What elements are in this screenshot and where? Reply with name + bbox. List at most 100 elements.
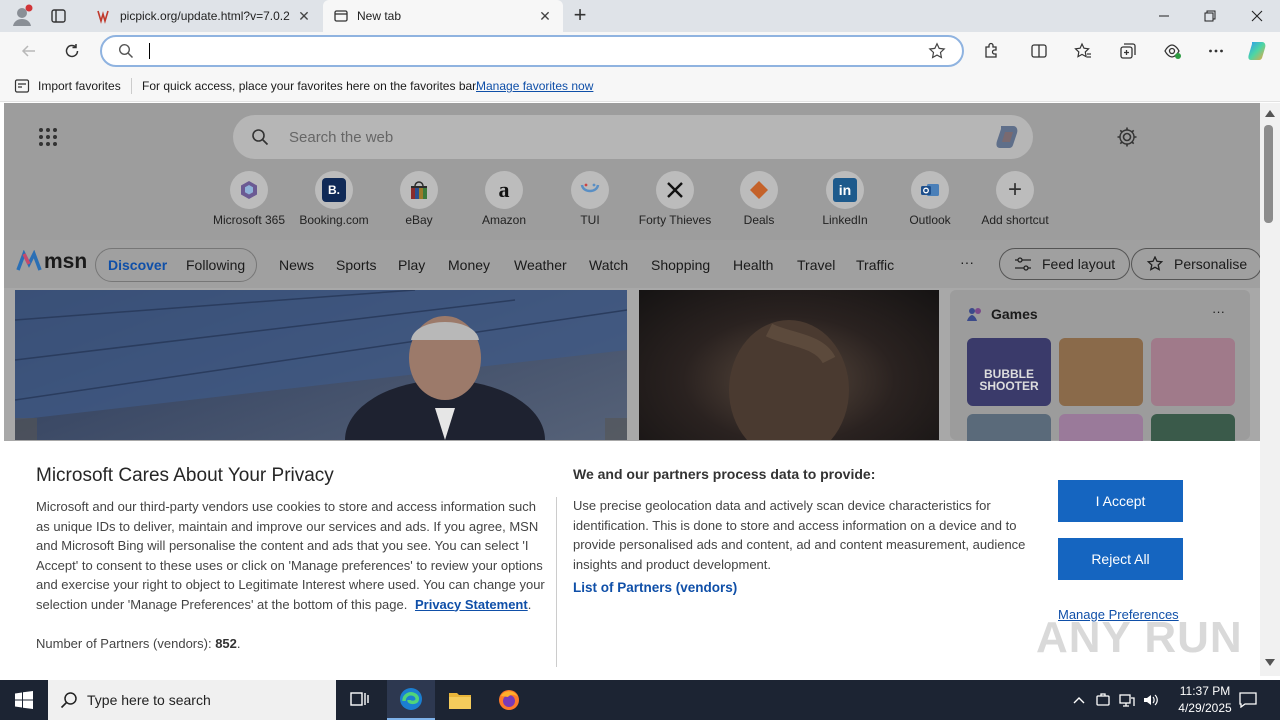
notifications-icon[interactable]	[1232, 680, 1264, 720]
nav-traffic[interactable]: Traffic	[856, 257, 894, 273]
taskbar-search-box[interactable]: Type here to search	[48, 680, 336, 720]
shortcut-booking[interactable]: B. Booking.com	[292, 171, 376, 227]
close-tab-icon[interactable]: ✕	[296, 8, 312, 25]
import-favorites-button[interactable]: Import favorites	[38, 79, 121, 93]
extensions-icon[interactable]	[976, 36, 1006, 66]
refresh-button[interactable]	[57, 36, 87, 66]
network-tray-icon[interactable]	[1116, 680, 1138, 720]
collections-icon[interactable]	[1113, 36, 1143, 66]
feed-layout-button[interactable]: Feed layout	[999, 248, 1131, 280]
taskbar-search-input[interactable]: Type here to search	[87, 692, 211, 708]
scroll-down-arrow-icon[interactable]	[1265, 659, 1275, 667]
nav-travel[interactable]: Travel	[797, 257, 835, 273]
privacy-title: Microsoft Cares About Your Privacy	[36, 465, 334, 486]
partners-count: 852	[215, 636, 237, 651]
shortcut-add[interactable]: + Add shortcut	[973, 171, 1057, 227]
shortcut-tui[interactable]: TUI	[548, 171, 632, 227]
address-bar[interactable]	[100, 35, 964, 67]
tab-picpick[interactable]: picpick.org/update.html?v=7.0.2 ✕	[86, 0, 322, 32]
minimize-button[interactable]	[1141, 0, 1187, 32]
page-scrollbar[interactable]	[1260, 103, 1280, 676]
favorite-star-icon[interactable]	[928, 42, 946, 60]
restore-button[interactable]	[1187, 0, 1233, 32]
apps-launcher-icon[interactable]	[38, 127, 58, 147]
nav-weather[interactable]: Weather	[514, 257, 567, 273]
windows-logo-icon	[15, 691, 33, 709]
tab-new-tab[interactable]: New tab ✕	[323, 0, 563, 32]
msn-logo[interactable]: msn	[16, 250, 87, 274]
text-caret	[149, 43, 150, 59]
privacy-statement-link[interactable]: Privacy Statement	[415, 597, 528, 612]
manage-favorites-link[interactable]: Manage favorites now	[476, 79, 593, 93]
scrollbar-thumb[interactable]	[1264, 125, 1273, 223]
tab-following[interactable]: Following	[186, 257, 245, 273]
settings-more-icon[interactable]	[1201, 36, 1231, 66]
search-icon	[251, 128, 269, 146]
task-view-icon[interactable]	[340, 680, 380, 720]
shortcut-microsoft-365[interactable]: Microsoft 365	[207, 171, 291, 227]
shortcut-linkedin[interactable]: in LinkedIn	[803, 171, 887, 227]
game-tile-bubble-shooter[interactable]: BUBBLE SHOOTER	[967, 338, 1051, 406]
nav-sports[interactable]: Sports	[336, 257, 376, 273]
edge-taskbar-icon[interactable]	[387, 680, 435, 720]
games-more-icon[interactable]: ···	[1212, 304, 1225, 319]
copilot-icon[interactable]	[1243, 36, 1273, 66]
start-button[interactable]	[0, 680, 48, 720]
favorites-icon[interactable]	[1068, 36, 1098, 66]
nav-watch[interactable]: Watch	[589, 257, 628, 273]
browser-essentials-icon[interactable]	[1157, 36, 1187, 66]
reject-all-button[interactable]: Reject All	[1058, 538, 1183, 580]
accept-button[interactable]: I Accept	[1058, 480, 1183, 522]
news-card-solar-panels[interactable]	[15, 290, 627, 440]
back-button[interactable]	[14, 36, 44, 66]
nav-play[interactable]: Play	[398, 257, 425, 273]
shortcut-label: eBay	[405, 213, 433, 227]
sliders-icon	[1014, 256, 1032, 272]
shortcut-amazon[interactable]: a Amazon	[462, 171, 546, 227]
nav-health[interactable]: Health	[733, 257, 773, 273]
personalise-button[interactable]: Personalise	[1131, 248, 1260, 280]
shortcut-outlook[interactable]: Outlook	[888, 171, 972, 227]
shortcut-label: Outlook	[909, 213, 951, 227]
nav-more-icon[interactable]: ···	[960, 254, 974, 270]
split-screen-icon[interactable]	[1024, 36, 1054, 66]
shortcut-label: Amazon	[481, 213, 527, 227]
show-hidden-icons-chevron-icon[interactable]	[1068, 680, 1090, 720]
page-settings-gear-icon[interactable]	[1116, 126, 1138, 148]
profile-icon[interactable]	[10, 4, 34, 28]
anyrun-watermark: ANY RUN	[1036, 613, 1243, 662]
search-icon	[118, 43, 134, 59]
new-tab-header: Search the web Microsoft 365 B. Booking.…	[4, 103, 1260, 240]
copilot-icon[interactable]	[993, 124, 1021, 150]
nav-news[interactable]: News	[279, 257, 314, 273]
nav-shopping[interactable]: Shopping	[651, 257, 710, 273]
web-search-box[interactable]: Search the web	[233, 115, 1033, 159]
linkedin-icon: in	[826, 171, 864, 209]
volume-tray-icon[interactable]	[1140, 680, 1162, 720]
firefox-icon[interactable]	[485, 680, 533, 720]
outlook-icon	[911, 171, 949, 209]
nav-money[interactable]: Money	[448, 257, 490, 273]
msn-nav-bar: msn Discover Following News Sports Play …	[4, 240, 1260, 288]
import-favorites-icon[interactable]	[14, 78, 30, 94]
news-card-image	[15, 290, 627, 440]
web-search-input[interactable]: Search the web	[289, 129, 393, 146]
tab-discover[interactable]: Discover	[108, 257, 167, 273]
scroll-up-arrow-icon[interactable]	[1265, 109, 1275, 117]
tab-actions-icon[interactable]	[50, 8, 68, 24]
shortcut-deals[interactable]: Deals	[717, 171, 801, 227]
vendors-list-link[interactable]: List of Partners (vendors)	[573, 580, 737, 595]
security-tray-icon[interactable]	[1092, 680, 1114, 720]
booking-glyph: B.	[322, 178, 346, 202]
shortcut-label: TUI	[580, 213, 600, 227]
shortcut-forty-thieves[interactable]: Forty Thieves	[633, 171, 717, 227]
purposes-title: We and our partners process data to prov…	[573, 466, 876, 482]
game-tile-2[interactable]	[1059, 338, 1143, 406]
shortcut-ebay[interactable]: eBay	[377, 171, 461, 227]
close-window-button[interactable]	[1234, 0, 1280, 32]
file-explorer-icon[interactable]	[436, 680, 484, 720]
news-card-pregnancy[interactable]	[639, 290, 939, 440]
new-tab-button[interactable]: +	[568, 3, 592, 27]
close-tab-icon[interactable]: ✕	[537, 8, 553, 25]
game-tile-3[interactable]	[1151, 338, 1235, 406]
